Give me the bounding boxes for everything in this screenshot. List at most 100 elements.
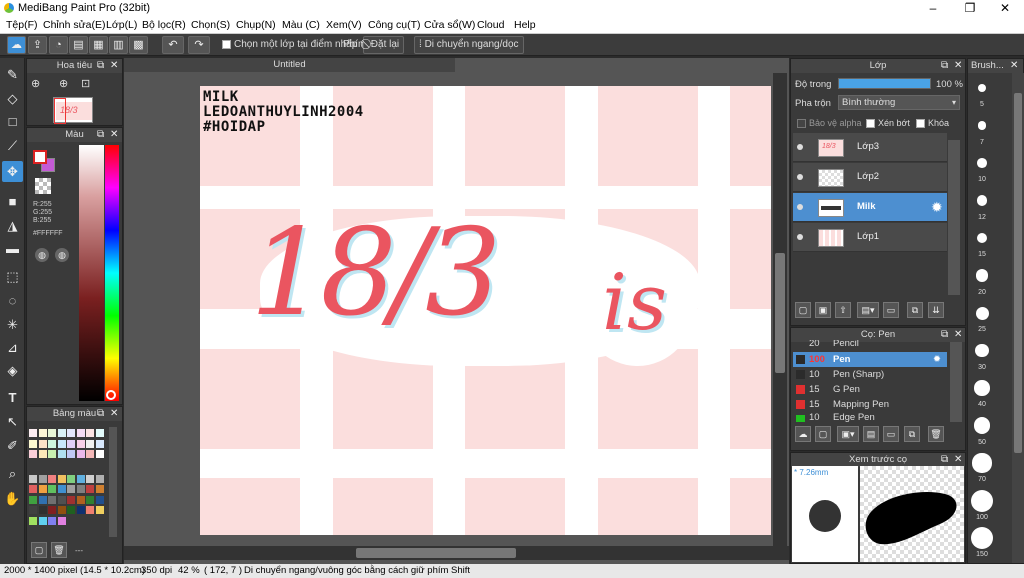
- brush-item-g-pen[interactable]: 15 G Pen: [793, 382, 947, 397]
- palette-swatch[interactable]: [86, 506, 94, 514]
- popout-icon[interactable]: ⧉: [941, 59, 948, 73]
- palette-swatch[interactable]: [29, 506, 37, 514]
- brush-item-pencil[interactable]: 20 Pencil: [793, 340, 947, 350]
- layer-item-lop1[interactable]: Lớp1: [793, 223, 947, 252]
- menu-view[interactable]: Xem(V): [326, 19, 362, 31]
- menu-edit[interactable]: Chỉnh sửa(E): [43, 19, 105, 31]
- palette-swatch[interactable]: [57, 506, 66, 514]
- gradient-tool-icon[interactable]: ▬: [2, 238, 23, 259]
- magic-wand-tool-icon[interactable]: ✳: [2, 314, 23, 335]
- eye-icon[interactable]: [797, 144, 803, 150]
- brush-scrollbar[interactable]: [950, 342, 962, 422]
- merge-icon[interactable]: ⇊: [928, 302, 944, 318]
- close-icon[interactable]: ✕: [954, 59, 962, 73]
- eye-icon[interactable]: [797, 234, 803, 240]
- new-layer-8bit-icon[interactable]: ▣: [815, 302, 831, 318]
- lasso-tool-icon[interactable]: ◌: [2, 290, 23, 311]
- palette-swatch[interactable]: [57, 516, 66, 525]
- layer-item-lop3[interactable]: 18/3 Lớp3: [793, 133, 947, 162]
- brush-duplicate-icon[interactable]: ⧉: [904, 426, 920, 442]
- palette-swatch[interactable]: [48, 485, 56, 493]
- palette-swatch[interactable]: [95, 450, 104, 458]
- palette-swatch[interactable]: [38, 450, 47, 458]
- color-set-icon[interactable]: ◍: [55, 248, 69, 262]
- move-hv-button[interactable]: ⁞ Di chuyển ngang/dọc: [414, 36, 524, 54]
- close-icon[interactable]: ✕: [954, 328, 962, 342]
- hand-tool-icon[interactable]: ✋: [2, 488, 23, 509]
- grid-icon[interactable]: ▥: [109, 36, 128, 54]
- brush-item-mapping-pen[interactable]: 15 Mapping Pen: [793, 397, 947, 412]
- palette-swatch[interactable]: [67, 474, 75, 483]
- brush-item-pen-sharp[interactable]: 10 Pen (Sharp): [793, 367, 947, 382]
- brush-item-pen[interactable]: 100 Pen ✹: [793, 352, 947, 367]
- eraser-tool-icon[interactable]: ◇: [2, 88, 23, 109]
- rect-tool-icon[interactable]: □: [2, 111, 23, 132]
- select-layer-checkbox[interactable]: [222, 39, 231, 49]
- zoom-out-icon[interactable]: ⊕: [59, 77, 68, 90]
- duplicate-icon[interactable]: ⧉: [907, 302, 923, 318]
- layer-scrollbar[interactable]: [948, 140, 960, 295]
- document-tab[interactable]: Untitled: [124, 58, 455, 72]
- brush-size-dot[interactable]: [975, 343, 989, 358]
- message-icon[interactable]: ▤: [69, 36, 88, 54]
- brush-folder-icon[interactable]: ▭: [883, 426, 899, 442]
- palette-swatch[interactable]: [76, 450, 85, 458]
- hue-handle[interactable]: [106, 390, 116, 400]
- close-icon[interactable]: ✕: [110, 59, 118, 73]
- brush-document-icon[interactable]: ▤: [863, 426, 879, 442]
- select-rect-tool-icon[interactable]: ⬚: [2, 266, 23, 287]
- drawing-canvas[interactable]: MILK LEDOANTHUYLINH2004 #HOIDAP 18/3 is: [200, 86, 771, 535]
- palette-swatch[interactable]: [57, 429, 66, 437]
- palette-swatch[interactable]: [86, 485, 94, 493]
- palette-swatch[interactable]: [76, 485, 85, 493]
- palette-swatch[interactable]: [48, 495, 56, 504]
- share-icon[interactable]: ⇪: [28, 36, 47, 54]
- brush-size-dot[interactable]: [977, 158, 987, 168]
- palette-swatch[interactable]: [29, 450, 37, 458]
- popout-icon[interactable]: ⧉: [97, 128, 104, 142]
- close-icon[interactable]: ✕: [110, 128, 118, 142]
- transparent-color-swatch[interactable]: [35, 178, 51, 194]
- bucket-tool-icon[interactable]: ◮: [2, 215, 23, 236]
- palette-swatch[interactable]: [57, 450, 66, 458]
- menu-help[interactable]: Help: [514, 19, 536, 31]
- popout-icon[interactable]: ⧉: [941, 453, 948, 467]
- new-palette-icon[interactable]: ▢: [31, 542, 47, 558]
- palette-swatch[interactable]: [29, 439, 37, 448]
- eye-icon[interactable]: [797, 204, 803, 210]
- palette-swatch[interactable]: [86, 429, 94, 437]
- menu-color[interactable]: Màu (C): [282, 19, 320, 31]
- menu-layer[interactable]: Lớp(L): [106, 19, 137, 31]
- close-icon[interactable]: ✕: [1010, 59, 1018, 73]
- palette-swatch[interactable]: [29, 485, 37, 493]
- vertical-scroll-thumb[interactable]: [775, 253, 785, 373]
- select-eraser-tool-icon[interactable]: ◈: [2, 360, 23, 381]
- select-pen-tool-icon[interactable]: ⊿: [2, 337, 23, 358]
- minimize-button[interactable]: –: [918, 0, 948, 16]
- palette-icon[interactable]: ◍: [35, 248, 49, 262]
- palette-swatch[interactable]: [67, 450, 75, 458]
- fit-icon[interactable]: ⊡: [81, 77, 90, 90]
- menu-select[interactable]: Chọn(S): [191, 19, 230, 31]
- palette-swatch[interactable]: [57, 439, 66, 448]
- undo-icon[interactable]: ↶: [162, 36, 184, 54]
- zoom-in-icon[interactable]: ⊕: [31, 77, 40, 90]
- gear-icon[interactable]: ✹: [933, 352, 941, 367]
- text-tool-icon[interactable]: T: [2, 387, 23, 408]
- vertical-scrollbar[interactable]: [773, 73, 787, 546]
- brush-tool-icon[interactable]: ✎: [2, 64, 23, 85]
- shade-slider[interactable]: [79, 145, 104, 401]
- cloud-icon[interactable]: ☁: [7, 36, 26, 54]
- menu-file[interactable]: Tệp(F): [6, 19, 38, 31]
- move-tool-icon[interactable]: ✥: [2, 161, 23, 182]
- palette-swatch[interactable]: [48, 439, 56, 448]
- operation-tool-icon[interactable]: ↖: [2, 411, 23, 432]
- select-layer-option[interactable]: Chọn một lớp tại điểm nhấp: [222, 39, 357, 50]
- layout-icon[interactable]: ▩: [129, 36, 148, 54]
- new-brush-icon[interactable]: ▢: [815, 426, 831, 442]
- brush-size-dot[interactable]: [971, 489, 993, 512]
- brush-size-dot[interactable]: [971, 527, 993, 549]
- palette-swatch[interactable]: [38, 495, 47, 504]
- lock-option[interactable]: Khóa: [916, 118, 949, 129]
- palette-swatch[interactable]: [76, 495, 85, 504]
